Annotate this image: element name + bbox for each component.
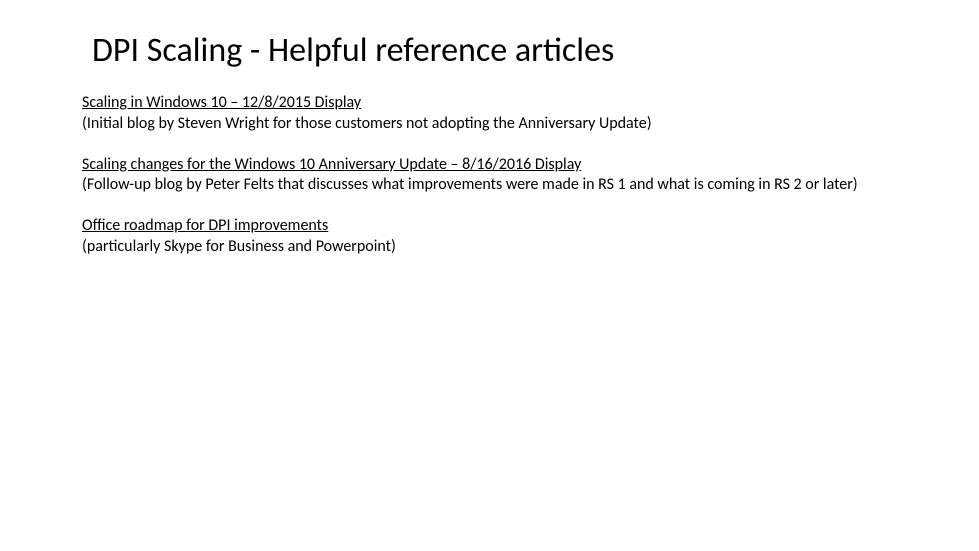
article-item: Scaling changes for the Windows 10 Anniv…	[82, 155, 897, 197]
article-desc-3: (particularly Skype for Business and Pow…	[82, 237, 396, 256]
article-desc-1: (Initial blog by Steven Wright for those…	[82, 114, 652, 133]
article-link-1[interactable]: Scaling in Windows 10 – 12/8/2015 Displa…	[82, 93, 361, 112]
article-link-2[interactable]: Scaling changes for the Windows 10 Anniv…	[82, 155, 581, 174]
article-link-3[interactable]: Office roadmap for DPI improvements	[82, 216, 328, 235]
article-item: Office roadmap for DPI improvements (par…	[82, 216, 897, 258]
article-list: Scaling in Windows 10 – 12/8/2015 Displa…	[82, 93, 897, 258]
article-item: Scaling in Windows 10 – 12/8/2015 Displa…	[82, 93, 897, 135]
article-desc-2: (Follow-up blog by Peter Felts that disc…	[82, 175, 858, 194]
page-title: DPI Scaling - Helpful reference articles	[82, 30, 897, 71]
slide: DPI Scaling - Helpful reference articles…	[0, 0, 979, 551]
